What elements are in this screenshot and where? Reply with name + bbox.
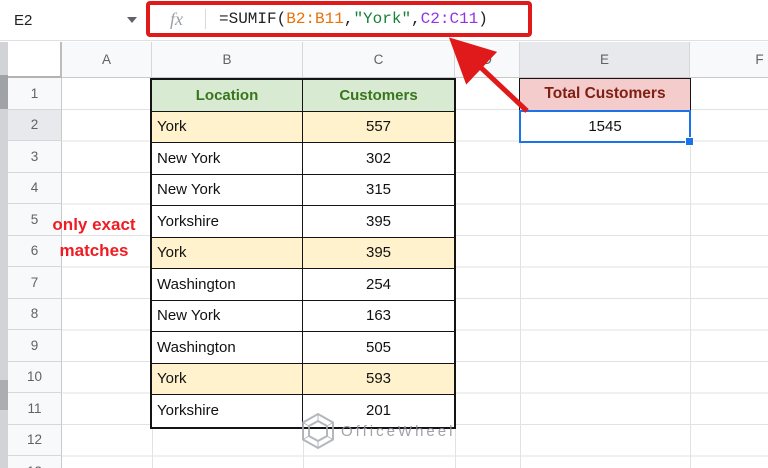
header-cell-location[interactable]: Location [152, 80, 303, 111]
left-edge-segment [0, 380, 8, 410]
cell-location[interactable]: New York [152, 143, 303, 174]
cell-customers[interactable]: 557 [303, 111, 454, 142]
column-header-a[interactable]: A [62, 42, 152, 78]
name-box-value: E2 [14, 11, 33, 29]
row-header-4[interactable]: 4 [8, 172, 62, 204]
column-header-c[interactable]: C [303, 42, 455, 78]
table-row: New York 315 [152, 174, 454, 206]
row-headers: 12345678910111213 [8, 78, 62, 468]
formula-text[interactable]: =SUMIF(B2:B11,"York",C2:C11) [219, 10, 488, 28]
column-header-d[interactable]: D [455, 42, 520, 78]
spreadsheet-app: E2 fx =SUMIF(B2:B11,"York",C2:C11) A B C… [0, 0, 768, 468]
table-row: York 395 [152, 237, 454, 269]
table-row: New York 302 [152, 143, 454, 175]
formula-token: C2:C11 [420, 10, 479, 28]
watermark: OfficeWheel [300, 412, 455, 450]
formula-toolbar: E2 fx =SUMIF(B2:B11,"York",C2:C11) [0, 0, 768, 41]
annotation-only-exact-matches: only exact matches [36, 212, 152, 264]
row-header-3[interactable]: 3 [8, 141, 62, 173]
cell-location[interactable]: Washington [152, 269, 303, 300]
table-row: Washington 254 [152, 269, 454, 301]
row-header-8[interactable]: 8 [8, 298, 62, 330]
formula-token: "York" [353, 10, 412, 28]
cell-location[interactable]: Yorkshire [152, 395, 303, 427]
cell-location[interactable]: York [152, 363, 303, 394]
cell-location[interactable]: New York [152, 300, 303, 331]
cell-customers[interactable]: 395 [303, 237, 454, 268]
column-header-e[interactable]: E [520, 42, 690, 78]
cell-customers[interactable]: 302 [303, 143, 454, 174]
table-row: York 557 [152, 111, 454, 143]
formula-token: , [343, 10, 354, 28]
cell-location[interactable]: York [152, 111, 303, 142]
cell-customers[interactable]: 395 [303, 206, 454, 237]
formula-token: ) [478, 10, 488, 28]
cell-location[interactable]: Washington [152, 332, 303, 363]
table-row: New York 163 [152, 300, 454, 332]
annotation-line-2: matches [59, 241, 129, 260]
function-fx-icon: fx [170, 8, 183, 29]
column-header-b[interactable]: B [152, 42, 303, 78]
officewheel-logo-icon [302, 412, 334, 450]
row-header-7[interactable]: 7 [8, 267, 62, 299]
row-header-10[interactable]: 10 [8, 361, 62, 393]
fill-handle[interactable] [685, 136, 694, 146]
selected-cell-e2[interactable]: 1545 [519, 110, 694, 146]
left-edge-segment [0, 75, 8, 109]
select-all-corner[interactable] [8, 42, 62, 78]
table-header-row: Location Customers [152, 80, 454, 112]
formula-token: , [411, 10, 421, 28]
total-customers-header-cell[interactable]: Total Customers [519, 78, 691, 111]
cell-customers[interactable]: 315 [303, 174, 454, 205]
formula-bar-divider [205, 9, 206, 29]
row-header-13[interactable]: 13 [8, 456, 62, 468]
header-cell-customers[interactable]: Customers [303, 80, 454, 111]
cell-customers[interactable]: 593 [303, 363, 454, 394]
total-customers-value: 1545 [588, 117, 622, 135]
name-box[interactable]: E2 [0, 0, 146, 40]
formula-token: =SUMIF( [219, 10, 287, 28]
cell-location[interactable]: New York [152, 174, 303, 205]
row-header-9[interactable]: 9 [8, 330, 62, 362]
cell-location[interactable]: Yorkshire [152, 206, 303, 237]
cell-location[interactable]: York [152, 237, 303, 268]
cell-customers[interactable]: 505 [303, 332, 454, 363]
chevron-down-icon[interactable] [127, 17, 137, 23]
row-header-12[interactable]: 12 [8, 424, 62, 456]
row-header-1[interactable]: 1 [8, 78, 62, 110]
table-row: Washington 505 [152, 332, 454, 364]
row-header-11[interactable]: 11 [8, 393, 62, 425]
annotation-line-1: only exact [52, 215, 136, 234]
cell-customers[interactable]: 163 [303, 300, 454, 331]
row-header-2[interactable]: 2 [8, 109, 62, 141]
formula-token: B2:B11 [286, 10, 344, 28]
cell-customers[interactable]: 254 [303, 269, 454, 300]
column-header-f[interactable]: F [690, 42, 768, 78]
table-row: York 593 [152, 363, 454, 395]
formula-bar[interactable]: fx =SUMIF(B2:B11,"York",C2:C11) [146, 1, 532, 37]
table-row: Yorkshire 395 [152, 206, 454, 238]
location-customers-table: Location Customers York 557 New York 302 New… [150, 78, 456, 429]
watermark-text: OfficeWheel [341, 422, 456, 440]
